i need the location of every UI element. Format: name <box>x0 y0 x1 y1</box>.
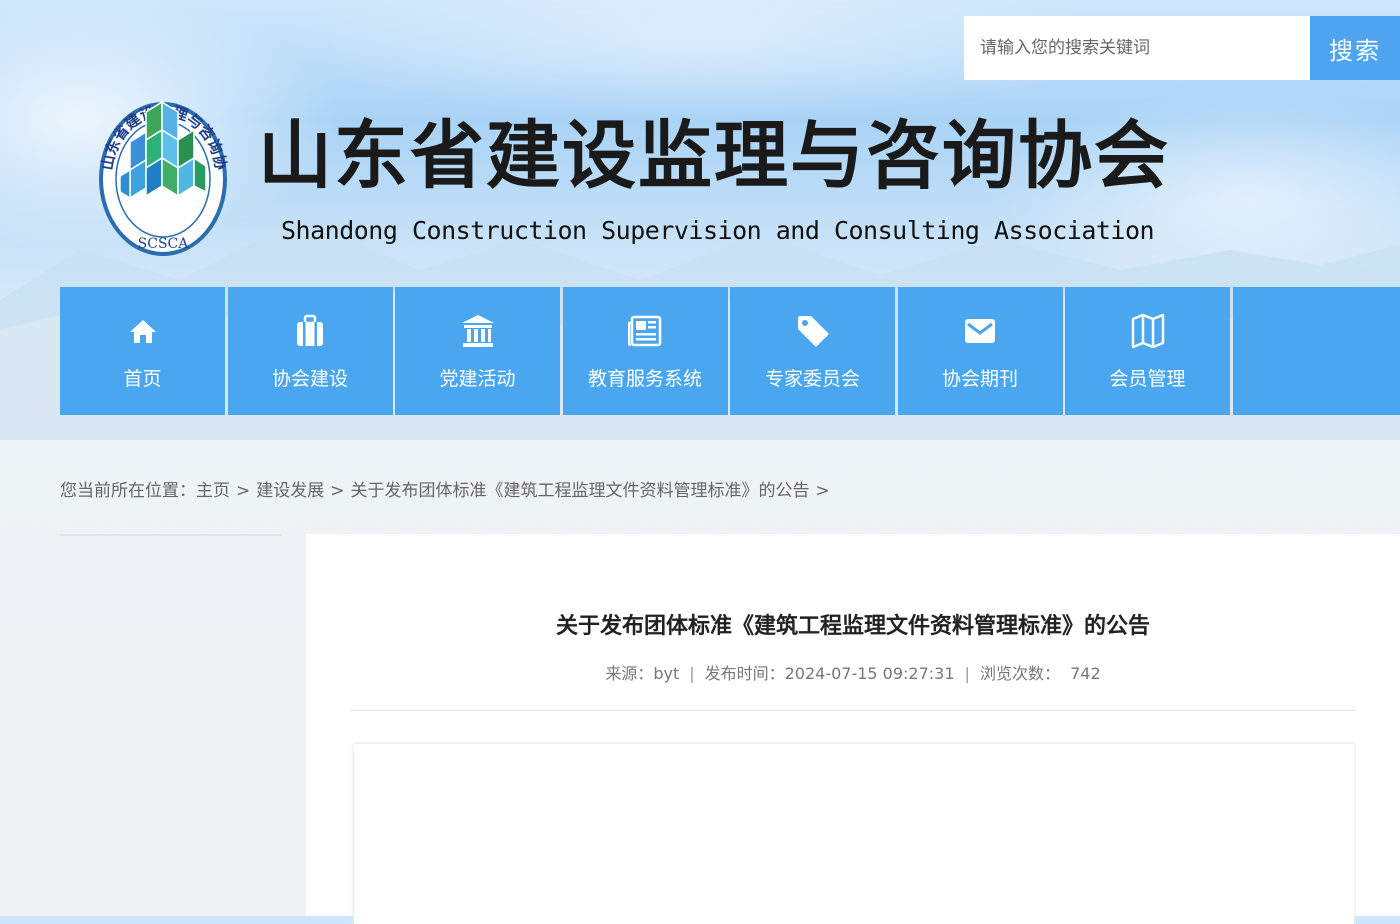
envelope-icon <box>963 312 997 350</box>
nav-label: 协会建设 <box>272 364 348 391</box>
nav-item-journal[interactable]: 协会期刊 <box>898 287 1063 415</box>
search-bar: 搜索 <box>964 16 1400 80</box>
bank-icon <box>461 312 495 350</box>
meta-divider: | <box>965 664 970 683</box>
nav-item-members[interactable]: 会员管理 <box>1065 287 1230 415</box>
search-input[interactable] <box>964 16 1310 80</box>
nav-label: 教育服务系统 <box>588 364 702 391</box>
article-panel: 关于发布团体标准《建筑工程监理文件资料管理标准》的公告 来源：byt | 发布时间：… <box>306 534 1400 916</box>
article-source: 来源：byt <box>605 664 679 683</box>
main-nav: 首页 协会建设 党建活动 教育服务系统 专家委员会 协会期刊 会员管理 <box>60 287 1400 415</box>
nav-filler <box>1233 287 1400 415</box>
nav-item-association[interactable]: 协会建设 <box>228 287 393 415</box>
article-title: 关于发布团体标准《建筑工程监理文件资料管理标准》的公告 <box>306 608 1400 640</box>
breadcrumb-prefix: 您当前所在位置： <box>60 481 196 501</box>
association-logo: 山东省建设监理与咨询协会 SCSCA <box>96 72 230 262</box>
article-views-count: 742 <box>1070 664 1101 683</box>
breadcrumb-separator: > <box>330 481 344 501</box>
nav-item-party[interactable]: 党建活动 <box>395 287 560 415</box>
breadcrumb-current[interactable]: 关于发布团体标准《建筑工程监理文件资料管理标准》的公告 <box>351 481 810 501</box>
nav-item-home[interactable]: 首页 <box>60 287 225 415</box>
search-button[interactable]: 搜索 <box>1310 16 1400 80</box>
breadcrumb-separator: > <box>816 481 830 501</box>
breadcrumb: 您当前所在位置：主页 > 建设发展 > 关于发布团体标准《建筑工程监理文件资料管理标准》… <box>60 476 836 501</box>
document-preview <box>354 744 1354 924</box>
nav-label: 党建活动 <box>439 364 515 391</box>
article-publish-time: 发布时间：2024-07-15 09:27:31 <box>705 664 955 683</box>
svg-text:SCSCA: SCSCA <box>138 236 190 252</box>
breadcrumb-home[interactable]: 主页 <box>196 481 230 501</box>
nav-label: 会员管理 <box>1109 364 1185 391</box>
nav-label: 首页 <box>123 364 161 391</box>
breadcrumb-category[interactable]: 建设发展 <box>256 481 324 501</box>
article-views-label: 浏览次数： <box>980 664 1060 683</box>
map-icon <box>1131 312 1165 350</box>
sidebar-divider <box>60 534 282 536</box>
breadcrumb-separator: > <box>236 481 250 501</box>
nav-item-education[interactable]: 教育服务系统 <box>563 287 728 415</box>
site-title: 山东省建设监理与咨询协会 <box>258 96 1170 203</box>
article-divider <box>350 710 1356 711</box>
article-meta: 来源：byt | 发布时间：2024-07-15 09:27:31 | 浏览次数： 74… <box>306 660 1400 684</box>
nav-item-experts[interactable]: 专家委员会 <box>730 287 895 415</box>
nav-label: 专家委员会 <box>765 364 860 391</box>
newspaper-icon <box>628 312 662 350</box>
tag-icon <box>796 312 830 350</box>
nav-label: 协会期刊 <box>942 364 1018 391</box>
site-subtitle: Shandong Construction Supervision and Co… <box>281 216 1154 245</box>
briefcase-icon <box>293 312 327 350</box>
home-icon <box>126 312 160 350</box>
meta-divider: | <box>689 664 694 683</box>
